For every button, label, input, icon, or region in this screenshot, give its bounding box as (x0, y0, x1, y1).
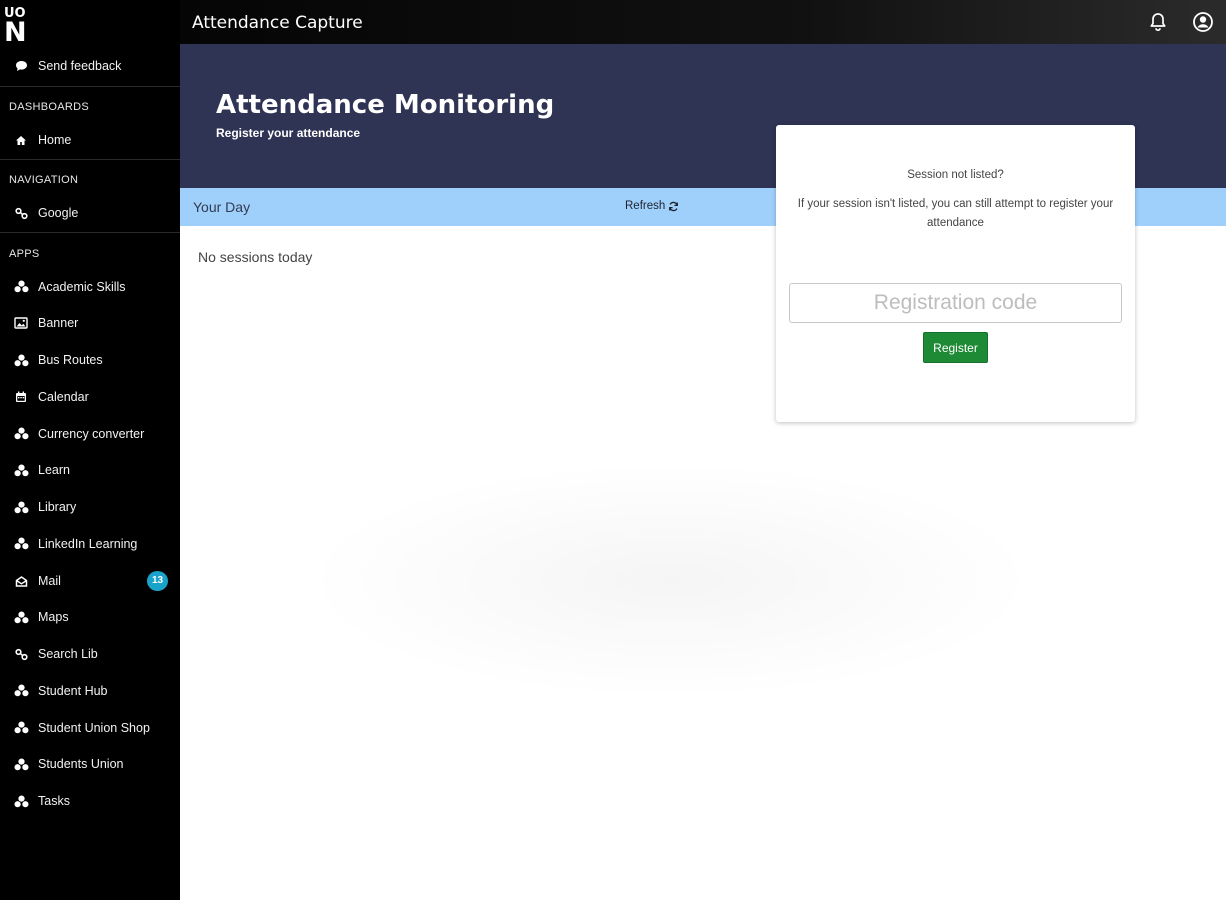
sidebar-item-label: Currency converter (38, 426, 145, 441)
sidebar-item-currency-converter[interactable]: Currency converter (0, 416, 180, 452)
sidebar-item-label: Google (38, 206, 79, 220)
app-title: Attendance Capture (192, 13, 363, 33)
calendar-icon (12, 388, 30, 406)
sidebar-item-label: Banner (38, 316, 79, 331)
refresh-icon (669, 201, 679, 211)
page-subtitle: Register your attendance (216, 126, 361, 140)
sidebar-item-label: Academic Skills (38, 279, 126, 294)
home-icon (12, 131, 30, 149)
sidebar-item-student-union-shop[interactable]: Student Union Shop (0, 710, 180, 746)
sidebar-item-send-feedback[interactable]: Send feedback (0, 48, 180, 84)
sidebar-item-label: Learn (38, 463, 70, 478)
link-icon (12, 204, 30, 222)
register-button[interactable]: Register (923, 332, 988, 363)
account-circle-icon[interactable] (1192, 11, 1214, 33)
apps-icon (12, 498, 30, 516)
sidebar-item-label: Bus Routes (38, 353, 103, 367)
your-day-label: Your Day (193, 199, 251, 215)
sidebar-item-google[interactable]: Google (0, 195, 180, 231)
sidebar-item-label: Home (38, 133, 72, 147)
sidebar-divider (0, 86, 180, 87)
sidebar-item-maps[interactable]: Maps (0, 599, 180, 635)
link-icon (12, 645, 30, 663)
sidebar-item-home[interactable]: Home (0, 122, 180, 158)
apps-icon (12, 682, 30, 700)
apps-icon (12, 608, 30, 626)
sidebar: UO N Send feedback DASHBOARDS Home NAVIG… (0, 0, 180, 900)
session-not-listed-heading: Session not listed? (907, 169, 1004, 181)
registration-code-input[interactable] (789, 283, 1122, 323)
unread-count-badge: 13 (147, 570, 168, 591)
svg-text:N: N (4, 17, 27, 42)
refresh-label: Refresh (625, 200, 666, 212)
session-not-listed-description: If your session isn't listed, you can st… (797, 198, 1114, 229)
sidebar-item-label: LinkedIn Learning (38, 536, 138, 551)
sidebar-item-learn[interactable]: Learn (0, 452, 180, 488)
sidebar-item-label: Mail (38, 573, 61, 588)
sidebar-item-label: Search Lib (38, 647, 98, 661)
sidebar-divider (0, 159, 180, 160)
sidebar-item-academic-skills[interactable]: Academic Skills (0, 269, 180, 305)
section-heading-navigation: NAVIGATION (9, 174, 79, 186)
sidebar-item-label: Maps (38, 610, 69, 625)
apps-icon (12, 792, 30, 810)
top-bar: Attendance Capture (180, 0, 1226, 44)
uon-logo-icon: UO N (4, 6, 27, 42)
sidebar-item-students-union[interactable]: Students Union (0, 746, 180, 782)
sidebar-divider (0, 232, 180, 233)
sidebar-item-linkedin-learning[interactable]: LinkedIn Learning (0, 526, 180, 562)
chat-bubble-icon (12, 57, 30, 75)
apps-icon (12, 461, 30, 479)
apps-icon (12, 425, 30, 443)
registration-card: Session not listed? If your session isn'… (776, 125, 1135, 422)
background-shade (300, 460, 1040, 700)
apps-icon (12, 535, 30, 553)
sidebar-item-search-lib[interactable]: Search Lib (0, 636, 180, 672)
sidebar-item-library[interactable]: Library (0, 489, 180, 525)
sidebar-item-label: Students Union (38, 757, 124, 772)
apps-icon (12, 719, 30, 737)
sidebar-item-label: Tasks (38, 794, 70, 808)
sidebar-item-label: Send feedback (38, 59, 122, 73)
apps-icon (12, 351, 30, 369)
sidebar-item-label: Student Union Shop (38, 720, 150, 735)
sidebar-item-label: Calendar (38, 389, 89, 404)
page-title: Attendance Monitoring (216, 90, 555, 120)
sidebar-item-label: Student Hub (38, 683, 108, 698)
section-heading-apps: APPS (9, 248, 40, 260)
sidebar-item-tasks[interactable]: Tasks (0, 783, 180, 819)
apps-icon (12, 278, 30, 296)
image-icon (12, 314, 30, 332)
apps-icon (12, 755, 30, 773)
sidebar-item-label: Library (38, 500, 77, 514)
sidebar-item-student-hub[interactable]: Student Hub (0, 673, 180, 709)
section-heading-dashboards: DASHBOARDS (9, 101, 90, 113)
sidebar-item-bus-routes[interactable]: Bus Routes (0, 342, 180, 378)
sidebar-item-calendar[interactable]: Calendar (0, 379, 180, 415)
mail-icon (12, 572, 30, 590)
no-sessions-message: No sessions today (198, 249, 313, 265)
bell-icon[interactable] (1147, 11, 1169, 33)
sidebar-item-banner[interactable]: Banner (0, 305, 180, 341)
refresh-button[interactable]: Refresh (625, 200, 679, 212)
